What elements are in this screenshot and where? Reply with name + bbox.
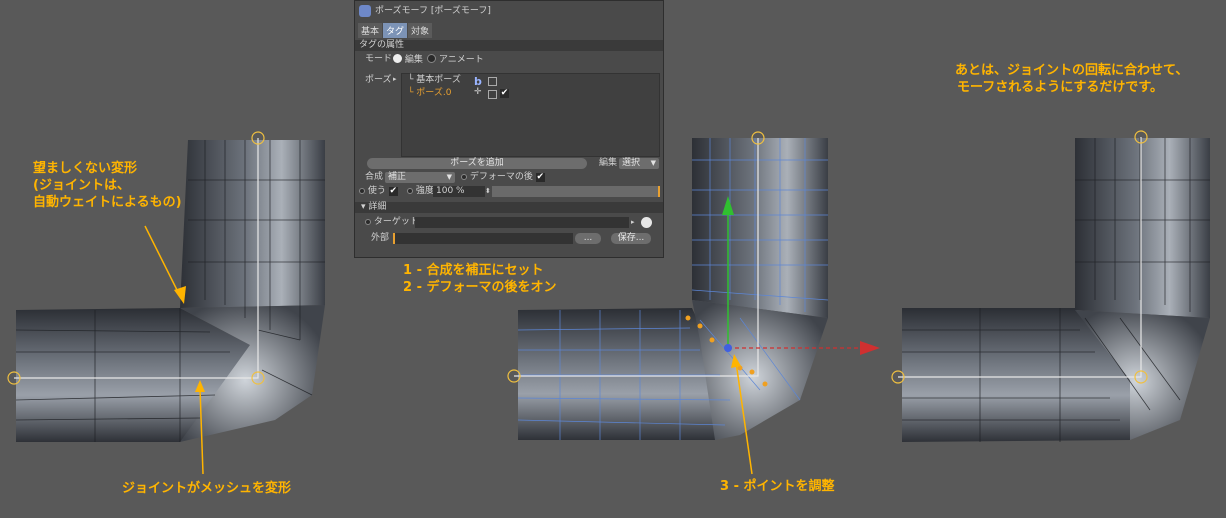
tree-branch-icon: └ [408,75,414,85]
pose-list[interactable]: └ 基本ポーズ b └ ポーズ.0 ✛ ✔ [401,73,660,157]
tab-basic[interactable]: 基本 [358,23,383,38]
after-deformer-option[interactable]: デフォーマの後 ✔ [461,172,545,183]
strength-field[interactable]: 100 % [433,186,485,197]
tree-branch-icon: └ [408,88,414,98]
pick-target-icon[interactable] [641,217,652,228]
use-radio[interactable] [359,188,365,194]
section-header: タグの属性 [355,40,663,51]
annotation-final-line2: モーフされるようにするだけです。 [956,80,1164,95]
annotation-undesired-deformation: 望ましくない変形 (ジョイントは、 自動ウェイトによるもの) [33,160,182,211]
edit-dropdown-value: 選択 [622,158,641,168]
mode-animate-radio[interactable] [427,54,436,63]
pose-morph-icon [359,5,371,17]
annotation-final: あとは、ジョイントの回転に合わせて、 モーフされるようにするだけです。 [955,62,1189,96]
strength-value: 100 % [436,186,465,196]
mode-label: モード [365,54,393,64]
external-label: 外部 [371,233,390,243]
move-icon: ✛ [474,87,482,97]
edit-dropdown[interactable]: 選択 ▼ [619,158,659,169]
pose-label: ポーズ [365,75,392,85]
blend-dropdown[interactable]: 補正 ▼ [385,172,455,183]
mode-animate-label: アニメート [438,55,484,65]
use-checkbox[interactable]: ✔ [388,187,398,196]
annotation-step3: 3 - ポイントを調整 [720,479,835,494]
mode-animate-option[interactable]: アニメート [427,54,484,66]
mode-edit-label: 編集 [404,55,423,65]
stepper-icon[interactable]: ⬍ [485,186,491,197]
strength-label-group: 強度 [407,186,434,197]
chevron-down-icon: ▼ [446,173,452,181]
use-label: 使う [367,186,386,196]
mode-edit-option[interactable]: 編集 [393,54,423,66]
after-deformer-checkbox[interactable]: ✔ [535,173,545,182]
link-arrow-icon[interactable]: ▸ [631,217,635,228]
pose-item-base: 基本ポーズ [416,75,461,85]
annotation-undesired-line3: 自動ウェイトによるもの) [33,195,182,210]
panel-titlebar: ポーズモーフ [ポーズモーフ] [355,4,663,20]
blend-dropdown-value: 補正 [388,172,407,182]
after-deformer-radio[interactable] [461,174,467,180]
pipe-right [891,130,1210,442]
annotation-undesired-line2: (ジョイントは、 [33,178,130,193]
pose-item-0: ポーズ.0 [416,88,452,98]
tab-tag[interactable]: タグ [383,23,408,38]
target-radio[interactable] [365,219,371,225]
pose-list-item[interactable]: └ ポーズ.0 [408,88,451,99]
external-field[interactable] [393,233,573,244]
browse-button[interactable]: ... [575,233,601,244]
tab-target[interactable]: 対象 [408,23,433,38]
pose-morph-panel: ポーズモーフ [ポーズモーフ] 基本 タグ 対象 タグの属性 モード 編集 アニメー… [354,0,664,258]
strength-label: 強度 [415,186,434,196]
section-title: タグの属性 [359,40,405,50]
pose-enable-checkbox[interactable]: ✔ [500,89,509,98]
target-label: ターゲット [373,217,419,227]
annotation-final-line1: あとは、ジョイントの回転に合わせて、 [955,63,1189,78]
tab-bar: 基本 タグ 対象 [355,23,663,38]
chevron-down-icon: ▼ [650,159,656,167]
annotation-step1: 1 - 合成を補正にセット [403,263,544,278]
save-button[interactable]: 保存... [611,233,651,244]
annotation-step2: 2 - デフォーマの後をオン [403,280,557,295]
lock-icon[interactable] [488,90,497,99]
target-link-field[interactable] [415,217,629,228]
strength-slider[interactable] [492,186,660,197]
lock-icon[interactable] [488,77,497,86]
annotation-steps: 1 - 合成を補正にセット 2 - デフォーマの後をオン [403,262,557,296]
add-pose-button[interactable]: ポーズを追加 [367,158,587,169]
annotation-joint-deform: ジョイントがメッシュを変形 [122,481,292,496]
pose-list-item[interactable]: └ 基本ポーズ [408,75,461,86]
mode-edit-radio[interactable] [393,54,402,63]
edit-label: 編集 [599,158,618,168]
use-option[interactable]: 使う ✔ [359,186,398,197]
expand-arrow-icon: ▸ [393,75,397,83]
details-title: ▾ 詳細 [361,202,387,212]
blend-label: 合成 [365,172,384,182]
annotation-undesired-line1: 望ましくない変形 [33,161,138,176]
strength-radio[interactable] [407,188,413,194]
details-header[interactable]: ▾ 詳細 [355,202,663,213]
target-option: ターゲット [365,217,419,228]
after-deformer-label: デフォーマの後 [469,172,533,182]
mode-row: モード 編集 アニメート [355,54,663,66]
panel-title: ポーズモーフ [ポーズモーフ] [375,6,491,16]
